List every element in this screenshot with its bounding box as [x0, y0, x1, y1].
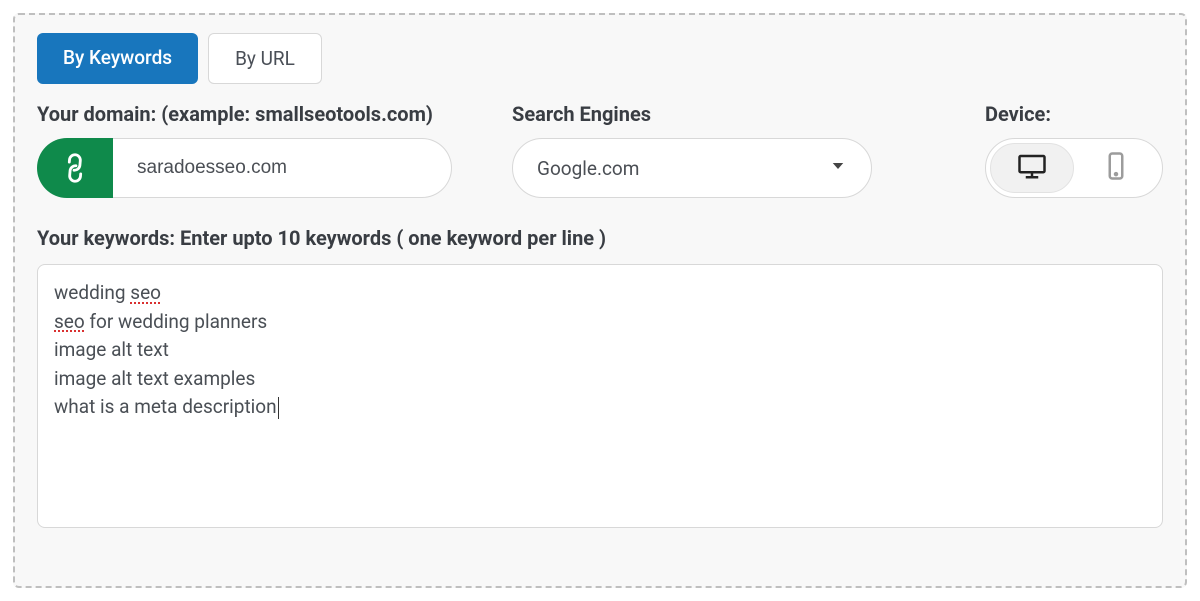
device-column: Device: — [985, 102, 1163, 198]
desktop-icon — [1017, 151, 1047, 185]
keyword-line: image alt text — [54, 336, 1146, 365]
device-toggle — [985, 138, 1163, 198]
domain-input-wrap — [37, 138, 452, 198]
domain-input[interactable] — [113, 138, 452, 198]
keywords-textarea[interactable]: wedding seoseo for wedding plannersimage… — [37, 264, 1163, 528]
domain-label: Your domain: (example: smallseotools.com… — [37, 102, 452, 126]
keyword-line: what is a meta description — [54, 393, 1146, 422]
keywords-label: Your keywords: Enter upto 10 keywords ( … — [37, 226, 1163, 250]
tab-by-url[interactable]: By URL — [208, 33, 322, 84]
device-mobile-button[interactable] — [1074, 143, 1158, 193]
text-cursor — [278, 397, 279, 419]
device-label: Device: — [985, 102, 1163, 126]
tab-by-keywords[interactable]: By Keywords — [37, 33, 198, 84]
search-engine-column: Search Engines Google.com — [512, 102, 872, 198]
search-engine-label: Search Engines — [512, 102, 872, 126]
domain-column: Your domain: (example: smallseotools.com… — [37, 102, 452, 198]
form-panel: By Keywords By URL Your domain: (example… — [13, 13, 1187, 588]
chevron-down-icon — [829, 157, 847, 179]
keyword-line: seo for wedding planners — [54, 308, 1146, 337]
link-icon — [37, 138, 113, 198]
keyword-line: wedding seo — [54, 279, 1146, 308]
input-row: Your domain: (example: smallseotools.com… — [37, 102, 1163, 198]
tabs: By Keywords By URL — [37, 33, 1163, 84]
device-desktop-button[interactable] — [990, 143, 1074, 193]
search-engine-value: Google.com — [537, 157, 639, 180]
search-engine-select[interactable]: Google.com — [512, 138, 872, 198]
mobile-icon — [1101, 151, 1131, 185]
keyword-line: image alt text examples — [54, 365, 1146, 394]
